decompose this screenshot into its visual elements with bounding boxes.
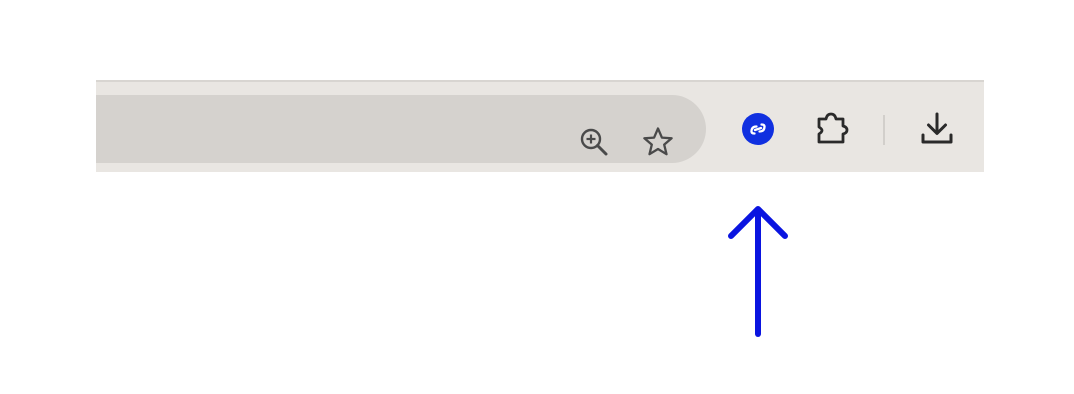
zoom-in-icon[interactable] [570,118,618,166]
puzzle-piece-icon[interactable] [808,105,856,153]
browser-toolbar [96,80,984,172]
extension-icon[interactable] [734,105,782,153]
up-arrow-annotation-icon [722,200,794,345]
address-bar[interactable] [96,95,706,163]
download-icon[interactable] [913,105,961,153]
toolbar-divider [883,115,885,145]
screenshot-canvas [0,0,1074,394]
bookmark-star-icon[interactable] [634,118,682,166]
